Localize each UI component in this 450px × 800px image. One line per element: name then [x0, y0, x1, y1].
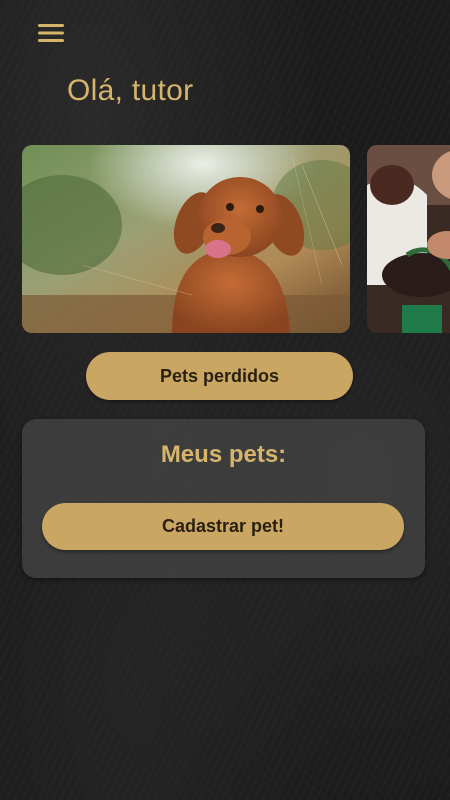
my-pets-title: Meus pets:	[160, 441, 287, 468]
person-with-pet-photo	[367, 145, 450, 333]
carousel-slide[interactable]	[367, 145, 450, 333]
image-carousel[interactable]	[22, 145, 450, 333]
my-pets-card: Meus pets: Cadastrar pet!	[22, 419, 425, 578]
carousel-slide[interactable]	[22, 145, 350, 333]
lost-pets-button[interactable]: Pets perdidos	[86, 352, 353, 400]
menu-button[interactable]	[36, 20, 66, 46]
greeting-title: Olá, tutor	[67, 74, 194, 107]
dog-photo	[22, 145, 350, 333]
register-pet-button[interactable]: Cadastrar pet!	[42, 503, 404, 550]
hamburger-menu-icon	[38, 24, 64, 42]
